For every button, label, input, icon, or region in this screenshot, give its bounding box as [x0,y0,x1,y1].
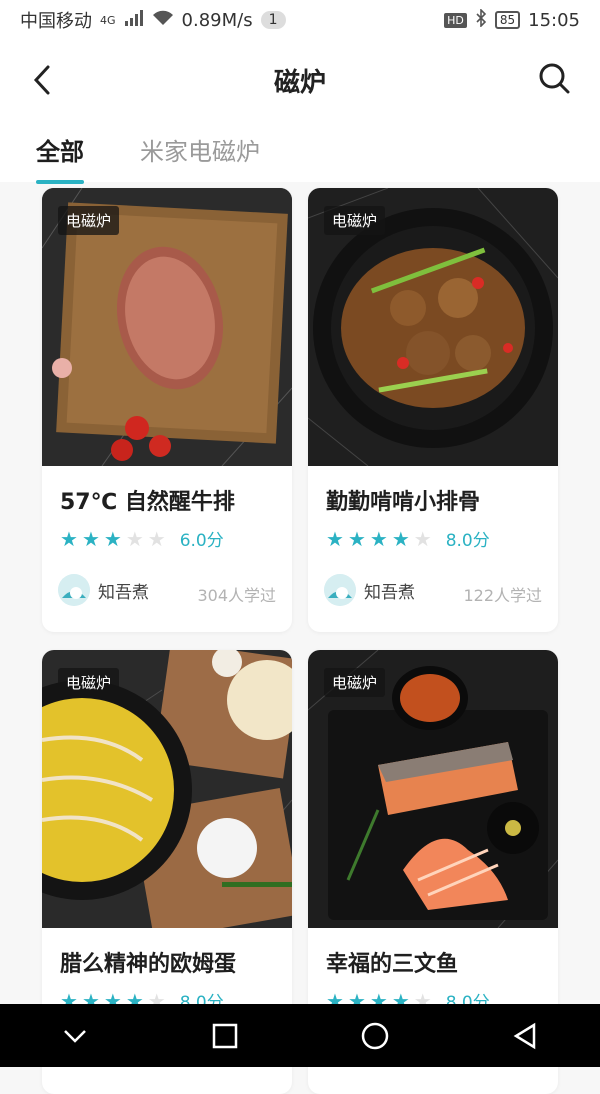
author-info[interactable]: 知吾煮 [324,574,415,606]
appliance-tag: 电磁炉 [58,206,120,235]
category-tabs: 全部 米家电磁炉 [0,120,600,184]
star-icon: ★ [326,526,344,551]
network-type: 4G [100,13,116,27]
star-icon: ★ [413,526,432,551]
star-icon: ★ [103,526,122,551]
recipe-photo-ribs: 电磁炉 [308,188,558,466]
app-header: 磁炉 [0,40,600,120]
appliance-tag: 电磁炉 [324,668,386,697]
avatar [58,574,90,606]
recipe-card[interactable]: 电磁炉 57℃ 自然醒牛排 ★ ★ ★ ★ ★ 6.0分 知吾煮 304人学过 [42,188,292,632]
clock: 15:05 [528,9,580,31]
hd-icon: HD [444,12,467,28]
chevron-down-icon [64,1029,86,1043]
star-icon: ★ [369,526,388,551]
author-info[interactable]: 知吾煮 [58,574,149,606]
star-rating: ★ ★ ★ ★ ★ 6.0分 [60,526,224,552]
recipe-title: 57℃ 自然醒牛排 [60,490,235,515]
author-name: 知吾煮 [364,582,415,603]
star-icon: ★ [147,526,166,551]
wifi-icon [152,10,174,31]
recipe-grid: 电磁炉 57℃ 自然醒牛排 ★ ★ ★ ★ ★ 6.0分 知吾煮 304人学过 [42,188,558,1094]
system-nav-bar [0,1004,600,1067]
chevron-left-icon [33,65,50,95]
recipe-title: 勤勤啃啃小排骨 [326,490,481,515]
tab-all[interactable]: 全部 [36,120,84,184]
recipe-title: 腊么精神的欧姆蛋 [60,952,237,977]
carrier-label: 中国移动 [20,11,92,32]
battery-icon: 85 [494,11,521,29]
star-icon: ★ [60,526,78,551]
recipe-photo-salmon: 电磁炉 [308,650,558,928]
notification-count: 1 [260,11,286,29]
learned-count: 122人学过 [463,586,542,605]
star-icon: ★ [81,526,100,551]
nav-home-button[interactable] [345,1006,405,1066]
back-button[interactable] [22,60,62,100]
star-icon: ★ [391,526,410,551]
star-rating: ★ ★ ★ ★ ★ 8.0分 [326,526,490,552]
appliance-tag: 电磁炉 [324,206,386,235]
rating-score: 8.0分 [445,531,490,551]
bluetooth-icon [475,7,487,32]
status-bar: 中国移动 4G 0.89M/s 1 HD 85 15:05 [0,0,600,40]
signal-icon [124,9,144,31]
learned-count: 304人学过 [197,586,276,605]
star-icon: ★ [125,526,144,551]
circle-icon [361,1022,389,1049]
nav-back-button[interactable] [495,1006,555,1066]
search-icon [539,63,570,94]
square-icon [212,1023,238,1048]
author-name: 知吾煮 [98,582,149,603]
avatar [324,574,356,606]
recipe-title: 幸福的三文鱼 [326,952,459,977]
nav-recents-button[interactable] [195,1006,255,1066]
search-button[interactable] [534,58,574,98]
rating-score: 6.0分 [179,531,224,551]
triangle-back-icon [513,1022,536,1049]
page-title: 磁炉 [273,67,326,98]
recipe-photo-steak: 电磁炉 [42,188,292,466]
tab-mijia-induction[interactable]: 米家电磁炉 [140,120,260,182]
network-speed: 0.89M/s [181,9,253,31]
recipe-card[interactable]: 电磁炉 勤勤啃啃小排骨 ★ ★ ★ ★ ★ 8.0分 知吾煮 122人学过 [308,188,558,632]
recipe-photo-omelette: 电磁炉 [42,650,292,928]
star-icon: ★ [347,526,366,551]
appliance-tag: 电磁炉 [58,668,120,697]
nav-hide-button[interactable] [45,1006,105,1066]
